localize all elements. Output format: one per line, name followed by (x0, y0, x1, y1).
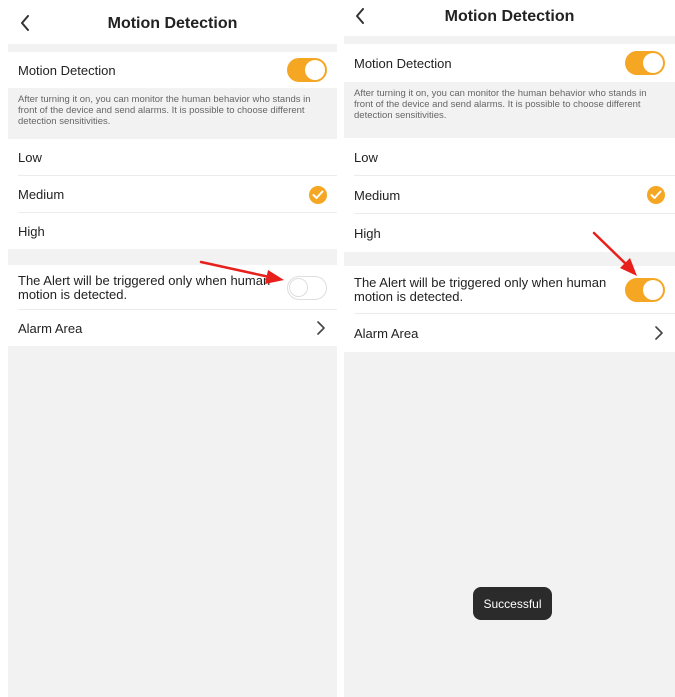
spacer (344, 36, 675, 44)
check-circle-icon (647, 186, 665, 204)
sensitivity-label-medium: Medium (354, 187, 401, 203)
sensitivity-label-low: Low (354, 149, 378, 165)
sensitivity-label-high: High (354, 225, 381, 241)
back-chevron-icon (21, 15, 29, 31)
sensitivity-label-low: Low (18, 150, 42, 165)
toggle-knob (643, 280, 663, 300)
chevron-right-icon (655, 326, 663, 340)
sensitivity-option-low[interactable]: Low (344, 138, 675, 176)
sensitivity-option-medium[interactable]: Medium (344, 176, 675, 214)
sensitivity-label-medium: Medium (18, 187, 65, 202)
motion-detection-description: After turning it on, you can monitor the… (344, 82, 675, 138)
sensitivity-option-medium[interactable]: Medium (8, 176, 337, 213)
back-button[interactable] (355, 8, 365, 24)
sensitivity-option-low[interactable]: Low (8, 139, 337, 176)
spacer (8, 44, 337, 52)
motion-detection-row: Motion Detection (8, 52, 337, 88)
motion-detection-row: Motion Detection (344, 44, 675, 82)
navigation-bar: Motion Detection (344, 0, 675, 36)
settings-panel-after: Motion Detection Motion Detection After … (344, 0, 675, 697)
sensitivity-option-high[interactable]: High (8, 213, 337, 249)
motion-detection-description: After turning it on, you can monitor the… (8, 88, 337, 139)
toggle-knob (289, 277, 308, 297)
motion-detection-label: Motion Detection (18, 62, 116, 78)
motion-detection-label: Motion Detection (354, 55, 452, 71)
sensitivity-label-high: High (18, 223, 45, 239)
page-title: Motion Detection (444, 8, 575, 25)
navigation-bar: Motion Detection (8, 0, 337, 44)
page-title: Motion Detection (107, 15, 238, 32)
human-alert-toggle[interactable] (625, 278, 665, 302)
alarm-area-label: Alarm Area (354, 325, 419, 341)
success-toast: Successful (473, 587, 552, 620)
back-chevron-icon (356, 8, 364, 24)
annotation-arrow-icon (199, 260, 284, 284)
toggle-knob (305, 60, 325, 80)
alarm-area-row[interactable]: Alarm Area (8, 310, 337, 346)
toggle-knob (643, 53, 663, 73)
chevron-right-icon (317, 321, 325, 335)
check-circle-icon (309, 185, 327, 204)
alarm-area-row[interactable]: Alarm Area (344, 314, 675, 352)
back-button[interactable] (20, 15, 30, 31)
settings-panel-before: Motion Detection Motion Detection After … (8, 0, 337, 697)
human-alert-toggle[interactable] (287, 275, 327, 300)
alarm-area-label: Alarm Area (18, 320, 83, 336)
motion-detection-toggle[interactable] (625, 51, 665, 75)
motion-detection-toggle[interactable] (287, 58, 327, 82)
human-alert-label: The Alert will be triggered only when hu… (354, 275, 607, 304)
annotation-arrow-icon (592, 231, 637, 276)
